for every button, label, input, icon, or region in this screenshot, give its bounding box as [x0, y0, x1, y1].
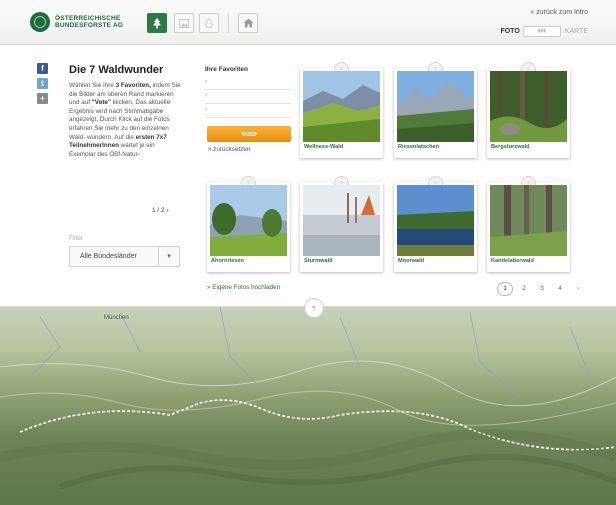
share-bar: f t +	[37, 63, 48, 108]
photo-card[interactable]: ○ Wellness-Wald	[300, 62, 383, 158]
nav-divider	[228, 13, 229, 33]
reset-link[interactable]: » zurücksetzen	[208, 146, 250, 153]
nav-tree-button[interactable]	[147, 13, 167, 33]
region-select[interactable]: Alle Bundesländer ▾	[69, 246, 180, 267]
favorite-slot-3[interactable]: ›	[205, 107, 290, 118]
chevron-down-icon[interactable]: ▾	[158, 247, 179, 266]
nav-drop-button[interactable]	[199, 13, 219, 33]
card-caption: Wellness-Wald	[304, 144, 344, 150]
card-caption: Moorwald	[398, 258, 425, 264]
photo-riesenlatschen[interactable]	[397, 71, 474, 142]
photo-card[interactable]: ○ Kandelaberwald	[487, 176, 570, 272]
terrain-map[interactable]: München	[0, 307, 616, 505]
logo-line1: ÖSTERREICHISCHE	[55, 15, 121, 22]
drop-icon	[205, 18, 213, 28]
favorite-slot-2[interactable]: ›	[205, 93, 290, 104]
photo-ahornriesen[interactable]	[210, 185, 287, 256]
foto-label[interactable]: FOTO	[500, 28, 519, 35]
upload-photos-link[interactable]: » Eigene Fotos hochladen	[207, 284, 280, 291]
photo-card[interactable]: ○ Bergsturzwald	[487, 62, 570, 158]
logo[interactable]: ÖSTERREICHISCHE BUNDESFORSTE AG	[30, 12, 123, 32]
view-switch[interactable]: ▮▮▮	[522, 26, 561, 37]
page-1[interactable]: 1	[497, 282, 513, 296]
page-4[interactable]: 4	[553, 283, 567, 295]
map-terrain	[0, 307, 616, 490]
card-caption: Bergsturzwald	[491, 144, 530, 150]
map-city-label: München	[104, 315, 129, 321]
photo-bergsturzwald[interactable]	[490, 71, 567, 142]
content-panel: f t + Die 7 Waldwunder Wählen Sie Ihre 3…	[0, 45, 616, 307]
photo-wellness-wald[interactable]	[303, 71, 380, 142]
nav-home-button[interactable]	[238, 13, 258, 33]
logo-line2: BUNDESFORSTE AG	[55, 22, 124, 29]
tree-icon	[153, 17, 161, 28]
photo-card[interactable]: ○ Ahornriesen	[207, 176, 290, 272]
photo-moorwald[interactable]	[397, 185, 474, 256]
region-select-value: Alle Bundesländer	[80, 253, 137, 260]
favorite-slot-1[interactable]: ›	[205, 79, 290, 90]
photo-sturmwald[interactable]	[303, 185, 380, 256]
top-bar: ÖSTERREICHISCHE BUNDESFORSTE AG « zurück…	[0, 0, 616, 45]
photo-kandelaberwald[interactable]	[490, 185, 567, 256]
favorites-title: Ihre Favoriten	[205, 66, 248, 73]
nav-photo-button[interactable]	[174, 13, 194, 33]
card-caption: Kandelaberwald	[491, 258, 534, 264]
gallery-pager: 1 2 3 4 ›	[497, 282, 589, 296]
photo-card[interactable]: ○ Moorwald	[394, 176, 477, 272]
plus-icon[interactable]: +	[37, 93, 48, 104]
photo-card[interactable]: ○ Riesenlatschen	[394, 62, 477, 158]
twitter-icon[interactable]: t	[37, 78, 48, 89]
karte-label[interactable]: KARTE	[565, 28, 588, 35]
collapse-map-button[interactable]: «	[304, 298, 324, 318]
next-page-icon[interactable]: ›	[571, 283, 585, 295]
back-to-intro-link[interactable]: « zurück zum Intro	[530, 9, 588, 16]
logo-icon	[30, 12, 50, 32]
page-title: Die 7 Waldwunder	[69, 64, 164, 76]
page-3[interactable]: 3	[535, 283, 549, 295]
intro-block: Die 7 Waldwunder Wählen Sie Ihre 3 Favor…	[69, 64, 181, 159]
filter-label: Filter	[69, 235, 83, 242]
card-caption: Ahornriesen	[211, 258, 244, 264]
card-caption: Sturmwald	[304, 258, 333, 264]
home-icon	[243, 18, 253, 28]
intro-text: Wählen Sie Ihre 3 Favoriten, indem Sie d…	[69, 82, 181, 158]
view-toggle: FOTO ▮▮▮ KARTE	[500, 26, 588, 37]
photo-card[interactable]: ○ Sturmwald	[300, 176, 383, 272]
facebook-icon[interactable]: f	[37, 63, 48, 74]
page-2[interactable]: 2	[517, 283, 531, 295]
photo-icon	[179, 18, 189, 28]
vote-button[interactable]: Vote	[207, 126, 291, 142]
card-caption: Riesenlatschen	[398, 144, 440, 150]
intro-pager[interactable]: 1 / 2 ›	[152, 207, 169, 214]
